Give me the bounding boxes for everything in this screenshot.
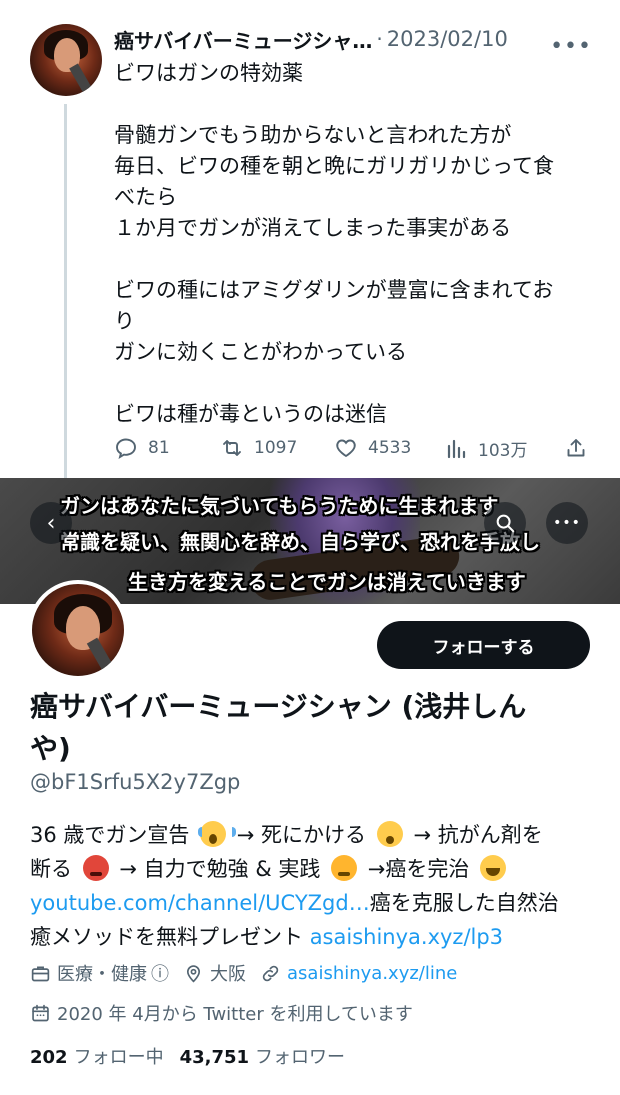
tweet-line: ビワの種にはアミグダリンが豊富に含まれてお [114,278,554,302]
laughing-face-emoji [480,855,507,881]
more-menu-button[interactable]: ••• [546,502,588,544]
heart-icon [336,439,356,458]
banner-text-line: 生き方を変えることでガンは消えていきます [128,570,526,594]
profile-bio: 36 歳でガン宣告 → 死にかける → 抗がん剤を 断る → 自力で勉強 & 実… [30,818,590,954]
bio-line: 癒メソッドを無料プレゼント asaishinya.xyz/lp3 [30,925,504,949]
briefcase-icon [31,966,50,981]
tweet-line: １か月でガンが消えてしまった事実がある [114,216,512,240]
thread-line [64,104,67,478]
share-button[interactable] [564,436,598,460]
bio-line: youtube.com/channel/UCYZgd…癌を克服した自然治 [30,891,559,915]
profile-location: 大阪 [183,960,246,986]
tweet-author-avatar[interactable] [30,24,102,96]
views-icon [447,439,466,458]
tweet-paragraph: ビワの種にはアミグダリンが豊富に含まれてお り ガンに効くことがわかっている [114,275,610,368]
angry-face-emoji [82,855,109,881]
search-icon [496,514,515,533]
like-count: 4533 [368,438,412,458]
tweet-line: 骨髄ガンでもう助からないと言われた方が [114,123,512,147]
tweet-line: べたら [114,185,177,209]
bio-line: 断る → 自力で勉強 & 実践 →癌を完治 [30,852,590,886]
dizzy-face-emoji [376,821,403,847]
profile-handle: @bF1Srfu5X2y7Zgp [30,770,241,794]
screaming-face-emoji [198,821,237,847]
more-icon: ••• [553,515,581,531]
reply-button[interactable]: 81 [114,436,170,460]
banner-text-line: ガンはあなたに気づいてもらうために生まれます [60,494,499,518]
search-button[interactable] [484,502,526,544]
retweet-icon [223,440,241,456]
bio-line: 36 歳でガン宣告 → 死にかける → 抗がん剤を [30,821,543,847]
followers-link[interactable]: 43,751 フォロワー [180,1043,345,1069]
tweet-paragraph: ビワは種が毒というのは迷信 [114,399,610,430]
tweet-header: 癌サバイバーミュージシャ… · 2023/02/10 [114,24,594,54]
banner-text-line: 常識を疑い、無関心を辞め、自ら学び、恐れを手放し [60,530,540,554]
reply-count: 81 [148,438,170,458]
profile-joined: 2020 年 4月から Twitter を利用しています [30,998,413,1028]
retweet-count: 1097 [254,438,298,458]
like-button[interactable]: 4533 [334,436,411,460]
back-button[interactable]: ‹ [30,502,72,544]
website-link[interactable]: asaishinya.xyz/line [287,963,457,984]
tweet-line: ビワは種が毒というのは迷信 [114,402,387,426]
info-icon[interactable]: ⓘ [151,960,169,986]
pouting-face-emoji [331,855,358,881]
youtube-link[interactable]: youtube.com/channel/UCYZgd… [30,891,370,915]
tweet-text: ビワはガンの特効薬 骨髄ガンでもう助からないと言われた方が 毎日、ビワの種を朝と… [114,58,610,461]
calendar-icon [32,1004,49,1021]
profile-stats: 202 フォロー中 43,751 フォロワー [30,1043,345,1069]
tweet-date[interactable]: 2023/02/10 [387,27,508,51]
tweet-author-name[interactable]: 癌サバイバーミュージシャ… [114,25,372,54]
views-button[interactable]: 103万 [444,436,527,461]
tweet-line: 毎日、ビワの種を朝と晩にガリガリかじって食 [114,154,554,178]
link-icon [262,965,279,981]
view-count: 103万 [478,441,528,461]
tweet-actions: 81 1097 4533 103万 [114,436,594,466]
tweet-paragraph: 骨髄ガンでもう助からないと言われた方が 毎日、ビワの種を朝と晩にガリガリかじって… [114,120,610,244]
tweet-paragraph: ビワはガンの特効薬 [114,58,610,89]
share-icon [567,439,585,457]
profile-category: 医療・健康 ⓘ [30,960,169,986]
profile-meta: 医療・健康 ⓘ 大阪 asaishinya.xyz/line [30,958,590,988]
retweet-button[interactable]: 1097 [220,436,297,460]
tweet: 癌サバイバーミュージシャ… · 2023/02/10 ••• ビワはガンの特効薬… [0,0,620,478]
tweet-line: ビワはガンの特効薬 [114,61,303,85]
back-arrow-icon: ‹ [46,510,56,536]
tweet-line: り [114,309,135,333]
followers-count: 43,751 [179,1047,250,1068]
following-count: 202 [30,1047,68,1068]
profile-website: asaishinya.xyz/line [260,963,457,984]
more-options-icon[interactable]: ••• [550,34,592,59]
following-link[interactable]: 202 フォロー中 [30,1043,164,1069]
location-pin-icon [186,964,201,983]
follow-button[interactable]: フォローする [377,621,590,669]
reply-icon [116,438,136,460]
tweet-line: ガンに効くことがわかっている [114,340,407,364]
profile-display-name: 癌サバイバーミュージシャン (浅井しんや) [30,690,527,765]
profile-avatar[interactable] [28,580,128,680]
header-separator: · [376,27,383,51]
lp-link[interactable]: asaishinya.xyz/lp3 [310,925,503,949]
